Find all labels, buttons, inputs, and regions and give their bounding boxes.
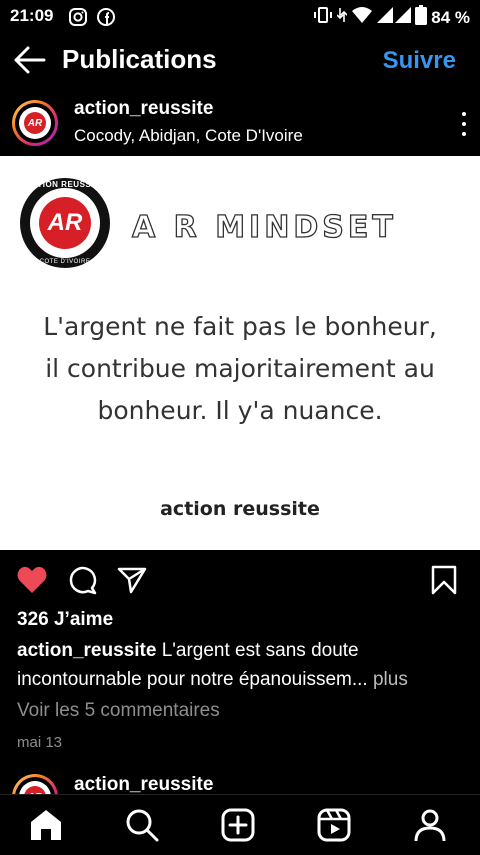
battery-percent: 84 % (431, 7, 470, 27)
post-quote: L'argent ne fait pas le bonheur, il cont… (43, 312, 437, 425)
status-bar: 21:09 84 % (0, 0, 480, 32)
battery-icon (415, 5, 428, 30)
avatar[interactable]: AR (12, 100, 58, 146)
data-arrows-icon (336, 6, 348, 29)
search-icon[interactable] (124, 807, 160, 843)
create-icon[interactable] (220, 807, 256, 843)
post-image[interactable]: ACTION REUSSITE AR COTE D'IVOIRE A R MIN… (0, 156, 480, 550)
signal-icon (377, 6, 412, 29)
back-arrow-icon[interactable] (14, 46, 46, 74)
next-post-header: AR action_reussite (0, 770, 480, 794)
vibrate-icon (313, 6, 333, 29)
view-comments-link[interactable]: Voir les 5 commentaires (17, 700, 220, 722)
instagram-icon (68, 7, 88, 32)
more-options-icon[interactable] (460, 112, 468, 136)
profile-icon[interactable] (412, 807, 448, 843)
comment-icon[interactable] (66, 564, 98, 596)
caption-username[interactable]: action_reussite (17, 640, 156, 661)
next-post-username[interactable]: action_reussite (74, 774, 213, 794)
facebook-icon (96, 7, 116, 32)
page-title: Publications (62, 44, 217, 74)
more-link[interactable]: plus (373, 669, 408, 690)
post-username[interactable]: action_reussite (74, 98, 213, 120)
post-headline: A R MINDSET (131, 209, 397, 245)
post-caption: action_reussite L'argent est sans doute … (17, 636, 467, 694)
next-post-avatar[interactable]: AR (12, 774, 58, 794)
post-actions (0, 560, 480, 602)
likes-count[interactable]: 326 J’aime (17, 609, 113, 631)
post-date: mai 13 (17, 734, 63, 751)
status-indicators: 84 % (313, 5, 470, 30)
post-signature: action reussite (160, 498, 320, 520)
share-icon[interactable] (116, 564, 148, 596)
wifi-icon (351, 6, 373, 29)
bookmark-icon[interactable] (430, 564, 462, 596)
post-header: AR action_reussite Cocody, Abidjan, Cote… (0, 92, 480, 152)
post-location[interactable]: Cocody, Abidjan, Cote D'Ivoire (74, 126, 303, 146)
avatar-logo: AR (24, 112, 46, 134)
top-bar: Publications Suivre (0, 36, 480, 86)
reels-icon[interactable] (316, 807, 352, 843)
status-time: 21:09 (10, 6, 54, 25)
action-reussite-logo: ACTION REUSSITE AR COTE D'IVOIRE (20, 178, 110, 268)
home-icon[interactable] (28, 807, 64, 843)
follow-button[interactable]: Suivre (383, 47, 456, 75)
heart-icon[interactable] (16, 564, 48, 596)
bottom-navigation (0, 794, 480, 855)
